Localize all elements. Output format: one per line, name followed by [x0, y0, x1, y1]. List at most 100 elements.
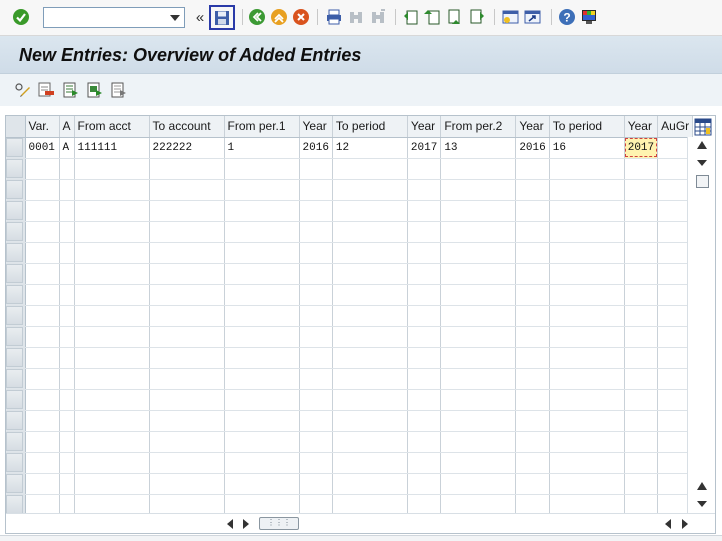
table-cell[interactable] [25, 410, 60, 432]
table-cell[interactable] [149, 347, 225, 369]
table-cell[interactable] [149, 389, 225, 411]
table-cell[interactable] [332, 284, 408, 306]
table-cell[interactable] [299, 242, 333, 264]
table-cell[interactable]: 111111 [74, 137, 150, 159]
table-cell[interactable] [25, 368, 60, 390]
table-cell[interactable] [299, 305, 333, 327]
save-button[interactable] [209, 5, 235, 30]
table-cell[interactable] [59, 452, 75, 474]
table-cell[interactable] [332, 473, 408, 495]
table-cell[interactable] [224, 179, 300, 201]
table-cell[interactable] [515, 347, 550, 369]
table-cell[interactable] [549, 305, 625, 327]
row-selector[interactable] [6, 242, 26, 264]
table-cell[interactable] [407, 347, 442, 369]
table-cell[interactable] [224, 431, 300, 453]
table-cell[interactable] [549, 410, 625, 432]
row-selector[interactable] [6, 368, 26, 390]
table-cell[interactable] [332, 410, 408, 432]
back-icon[interactable] [248, 8, 266, 26]
row-selector[interactable] [6, 452, 26, 474]
table-cell[interactable] [624, 347, 659, 369]
table-cell[interactable] [407, 200, 442, 222]
table-cell[interactable] [74, 326, 150, 348]
exit-icon[interactable] [270, 8, 288, 26]
table-cell[interactable] [549, 494, 625, 516]
table-cell[interactable] [299, 347, 333, 369]
table-cell[interactable] [224, 389, 300, 411]
table-cell[interactable]: 13 [440, 137, 517, 159]
table-cell[interactable] [549, 179, 625, 201]
table-cell[interactable] [74, 431, 150, 453]
table-cell[interactable] [25, 221, 60, 243]
table-cell[interactable] [624, 263, 659, 285]
table-cell[interactable] [549, 452, 625, 474]
table-cell[interactable] [624, 305, 659, 327]
table-cell[interactable] [440, 368, 517, 390]
table-cell[interactable] [515, 368, 550, 390]
table-cell[interactable] [25, 263, 60, 285]
row-selector[interactable] [6, 158, 26, 180]
column-header[interactable]: Year [407, 116, 442, 138]
table-cell[interactable] [549, 431, 625, 453]
table-cell[interactable] [440, 326, 517, 348]
table-cell[interactable] [407, 410, 442, 432]
table-settings-icon[interactable] [694, 118, 712, 136]
table-cell[interactable] [74, 452, 150, 474]
table-cell[interactable] [332, 494, 408, 516]
table-cell[interactable] [59, 305, 75, 327]
table-cell[interactable] [74, 158, 150, 180]
row-selector[interactable] [6, 221, 26, 243]
horizontal-scrollbar[interactable]: ⋮⋮⋮ [6, 513, 715, 533]
table-cell[interactable] [407, 431, 442, 453]
table-cell[interactable] [624, 326, 659, 348]
table-cell[interactable] [440, 158, 517, 180]
scroll-top-icon[interactable] [695, 139, 709, 151]
table-cell[interactable] [440, 242, 517, 264]
scroll-bottom-icon[interactable] [695, 498, 709, 510]
table-cell[interactable] [59, 221, 75, 243]
table-cell[interactable] [549, 200, 625, 222]
table-cell[interactable] [149, 284, 225, 306]
table-cell[interactable] [407, 158, 442, 180]
change-display-icon[interactable] [14, 81, 32, 99]
table-cell[interactable] [74, 200, 150, 222]
table-cell[interactable] [515, 389, 550, 411]
table-cell[interactable] [624, 242, 659, 264]
scroll-right-icon[interactable] [240, 518, 252, 530]
table-cell[interactable]: 222222 [149, 137, 225, 159]
table-cell[interactable] [59, 431, 75, 453]
table-cell[interactable] [299, 221, 333, 243]
table-cell[interactable] [149, 473, 225, 495]
table-cell[interactable] [74, 494, 150, 516]
table-cell[interactable] [332, 305, 408, 327]
row-selector[interactable] [6, 305, 26, 327]
table-cell[interactable] [25, 284, 60, 306]
table-cell[interactable] [74, 263, 150, 285]
table-cell[interactable] [332, 221, 408, 243]
command-input[interactable] [44, 8, 164, 27]
column-header[interactable]: Year [299, 116, 333, 138]
table-cell[interactable] [440, 263, 517, 285]
table-cell[interactable] [407, 494, 442, 516]
table-cell[interactable] [224, 200, 300, 222]
table-cell[interactable] [25, 179, 60, 201]
table-cell[interactable] [515, 158, 550, 180]
table-cell[interactable] [149, 431, 225, 453]
table-cell[interactable] [549, 347, 625, 369]
table-cell[interactable] [549, 158, 625, 180]
table-cell[interactable] [624, 410, 659, 432]
table-cell[interactable] [299, 158, 333, 180]
table-cell[interactable] [515, 200, 550, 222]
table-cell[interactable] [624, 494, 659, 516]
table-cell[interactable] [74, 410, 150, 432]
table-cell[interactable] [515, 431, 550, 453]
table-cell[interactable] [549, 221, 625, 243]
table-cell[interactable]: 2016 [515, 137, 550, 159]
table-cell[interactable] [224, 305, 300, 327]
table-cell[interactable] [332, 431, 408, 453]
table-cell[interactable] [149, 326, 225, 348]
table-cell[interactable] [59, 158, 75, 180]
table-cell[interactable] [549, 242, 625, 264]
select-all-icon[interactable] [62, 81, 80, 99]
